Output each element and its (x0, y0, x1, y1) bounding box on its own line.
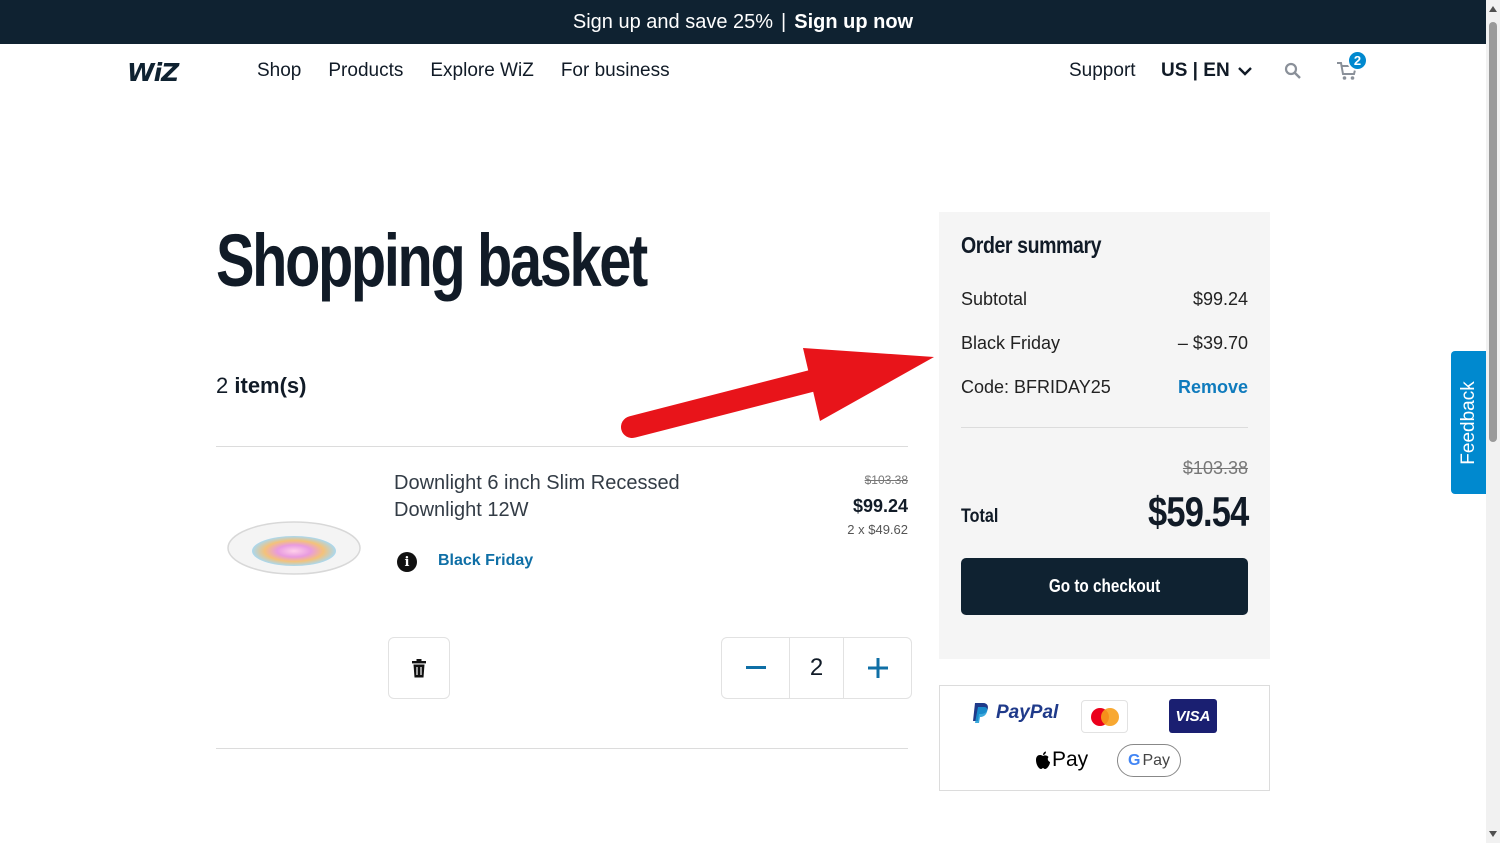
total-original-price: $103.38 (1182, 458, 1248, 478)
total-value: $59.54 (1147, 488, 1249, 535)
discount-label: Black Friday (961, 333, 1061, 353)
basket-divider-bottom (216, 748, 908, 749)
increase-quantity-button[interactable] (844, 638, 911, 698)
search-icon[interactable] (1284, 62, 1302, 80)
unit-price: 2 x $49.62 (847, 522, 908, 537)
checkout-button-label: Go to checkout (1048, 576, 1161, 596)
subtotal-row: Subtotal $99.24 (961, 289, 1248, 310)
apple-icon (1036, 751, 1050, 769)
visa-logo: VISA (1169, 699, 1217, 733)
item-count: 2 item(s) (216, 373, 307, 399)
main-nav: Shop Products Explore WiZ For business (257, 60, 670, 82)
trash-icon (412, 658, 426, 677)
mastercard-logo (1081, 700, 1128, 733)
subtotal-label: Subtotal (961, 289, 1028, 309)
discount-value: – $39.70 (1177, 333, 1248, 353)
promotion-link[interactable]: Black Friday (438, 552, 533, 570)
scrollbar-thumb[interactable] (1489, 22, 1497, 442)
wiz-logo[interactable]: WiZ (127, 58, 179, 87)
paypal-icon (973, 703, 988, 723)
page-scrollbar[interactable] (1486, 0, 1500, 843)
subtotal-value: $99.24 (1192, 289, 1248, 309)
remove-item-button[interactable] (388, 637, 450, 699)
payment-methods: PayPal VISA Pay G Pay (939, 685, 1270, 791)
summary-divider (961, 427, 1248, 428)
cart-count-badge: 2 (1347, 50, 1368, 71)
support-link[interactable]: Support (1069, 60, 1136, 82)
locale-selector[interactable]: US | EN (1161, 60, 1252, 82)
site-header: WiZ Shop Products Explore WiZ For busine… (0, 44, 1486, 100)
google-pay-logo: G Pay (1117, 744, 1181, 777)
plus-icon (867, 658, 888, 678)
chevron-down-icon (1237, 67, 1252, 76)
basket-divider-top (216, 446, 908, 447)
item-count-label: item(s) (234, 373, 307, 398)
quantity-value[interactable]: 2 (789, 638, 844, 698)
checkout-button[interactable]: Go to checkout (961, 558, 1248, 615)
info-icon[interactable]: i (397, 552, 417, 572)
google-g-icon: G (1127, 751, 1141, 769)
mastercard-icon (1090, 707, 1119, 726)
locale-label: US | EN (1161, 60, 1230, 81)
item-price: $99.24 (852, 496, 908, 516)
scroll-up-icon[interactable] (1489, 6, 1497, 12)
remove-code-link[interactable]: Remove (1178, 377, 1248, 398)
paypal-logo: PayPal (972, 702, 1058, 724)
apple-pay-label: Pay (1052, 748, 1089, 771)
discount-row: Black Friday – $39.70 (961, 333, 1248, 354)
promo-separator: | (781, 10, 787, 33)
decrease-quantity-button[interactable] (722, 638, 789, 698)
promo-code-label: Code: BFRIDAY25 (961, 377, 1111, 397)
apple-pay-logo: Pay (1035, 748, 1088, 772)
product-image[interactable] (226, 520, 362, 582)
product-name[interactable]: Downlight 6 inch Slim Recessed Downlight… (394, 470, 714, 524)
order-summary-title: Order summary (961, 232, 1102, 258)
nav-explore-wiz[interactable]: Explore WiZ (430, 60, 533, 82)
item-count-number: 2 (216, 373, 229, 398)
total-label: Total (961, 506, 999, 527)
sign-up-link[interactable]: Sign up now (794, 11, 913, 34)
page-title: Shopping basket (216, 219, 648, 302)
original-price: $103.38 (864, 473, 908, 487)
google-pay-label: Pay (1142, 751, 1171, 769)
feedback-tab[interactable]: Feedback (1451, 351, 1486, 494)
feedback-label: Feedback (1457, 380, 1479, 465)
promo-bar: Sign up and save 25% | Sign up now (0, 0, 1486, 44)
scroll-down-icon[interactable] (1489, 831, 1497, 837)
promo-text: Sign up and save 25% (572, 10, 774, 33)
nav-products[interactable]: Products (328, 60, 403, 82)
nav-shop[interactable]: Shop (257, 60, 301, 82)
nav-for-business[interactable]: For business (561, 60, 670, 82)
minus-icon (745, 666, 766, 669)
order-summary: Order summary Subtotal $99.24 Black Frid… (939, 212, 1270, 659)
promo-code-row: Code: BFRIDAY25 Remove (961, 377, 1248, 398)
quantity-stepper: 2 (721, 637, 912, 699)
annotation-arrow-icon (621, 348, 934, 438)
paypal-label: PayPal (996, 702, 1059, 723)
